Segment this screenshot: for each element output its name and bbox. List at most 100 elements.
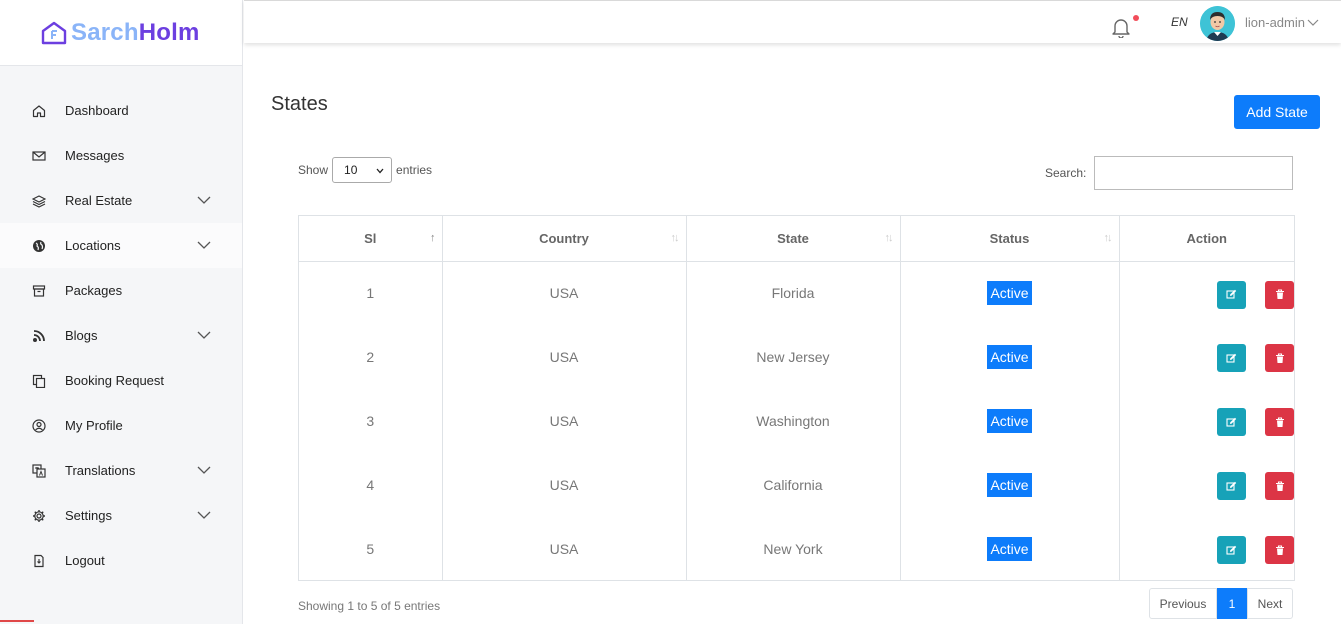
cell-sl: 2 [299, 325, 443, 389]
username[interactable]: lion-admin [1245, 15, 1305, 30]
chevron-down-icon [197, 511, 211, 519]
table-row: 3 USA Washington Active [299, 389, 1294, 453]
archive-icon [31, 283, 47, 299]
delete-button[interactable] [1265, 536, 1294, 564]
status-badge: Active [987, 281, 1032, 306]
search-label: Search: [1045, 166, 1087, 180]
pagination-previous[interactable]: Previous [1149, 588, 1217, 619]
cell-country: USA [442, 389, 687, 453]
cell-state: Washington [686, 389, 901, 453]
logout-icon [31, 553, 47, 569]
chevron-down-icon [197, 331, 211, 339]
edit-icon [1226, 545, 1237, 555]
edit-icon [1226, 353, 1237, 363]
sidebar-item-locations[interactable]: Locations [0, 223, 242, 268]
edit-button[interactable] [1217, 280, 1246, 309]
sidebar-item-label: Real Estate [65, 193, 133, 208]
status-badge: Active [987, 345, 1032, 369]
delete-button[interactable] [1265, 280, 1294, 309]
cell-country: USA [442, 517, 687, 581]
sidebar-item-packages[interactable]: Packages [0, 268, 242, 313]
table-row: 1 USA Florida Active [299, 261, 1294, 325]
show-label: Show [298, 163, 329, 177]
brand-name: SarchHolm [71, 19, 200, 47]
column-header-country[interactable]: Country ↑↓ [442, 216, 687, 262]
delete-button[interactable] [1265, 408, 1294, 436]
sidebar-item-label: Packages [65, 283, 123, 298]
cell-state: Florida [686, 261, 901, 325]
cell-country: USA [442, 325, 687, 389]
column-header-sl[interactable]: Sl ↑ [299, 216, 443, 262]
cell-sl: 5 [299, 517, 443, 581]
language-switch[interactable]: EN [1171, 15, 1188, 29]
globe-icon [31, 238, 47, 254]
sidebar-item-label: Messages [65, 148, 125, 163]
sort-icon: ↑↓ [1103, 232, 1113, 244]
column-header-label: Status [989, 230, 1030, 246]
column-header-state[interactable]: State ↑↓ [686, 216, 901, 262]
sidebar-item-real-estate[interactable]: Real Estate [0, 178, 242, 223]
column-header-label: Action [1186, 230, 1227, 246]
delete-button[interactable] [1265, 472, 1294, 500]
sidebar-item-blogs[interactable]: Blogs [0, 313, 242, 358]
status-badge: Active [987, 537, 1032, 561]
edit-button[interactable] [1217, 408, 1246, 436]
sidebar-item-booking-request[interactable]: Booking Request [0, 358, 242, 403]
sidebar-item-label: Locations [65, 238, 121, 253]
edit-button[interactable] [1217, 536, 1246, 564]
scroll-indicator [0, 620, 34, 624]
cell-status: Active [900, 517, 1120, 581]
layers-icon [31, 193, 47, 209]
avatar[interactable] [1200, 6, 1235, 41]
pagination-page-1[interactable]: 1 [1217, 588, 1247, 619]
sidebar-nav: Dashboard Messages Real Estate Locations… [0, 66, 242, 583]
trash-icon [1275, 480, 1284, 491]
cell-action [1119, 389, 1294, 453]
table-row: 5 USA New York Active [299, 517, 1294, 581]
cell-action [1119, 325, 1294, 389]
sidebar-item-settings[interactable]: Settings [0, 493, 242, 538]
trash-icon [1275, 416, 1284, 427]
gear-icon [31, 508, 47, 524]
user-circle-icon [31, 418, 47, 434]
cell-status: Active [900, 389, 1120, 453]
table-row: 2 USA New Jersey Active [299, 325, 1294, 389]
trash-icon [1275, 289, 1284, 299]
status-badge: Active [987, 409, 1032, 433]
column-header-status[interactable]: Status ↑↓ [900, 216, 1120, 262]
sidebar-item-translations[interactable]: Translations [0, 448, 242, 493]
column-header-label: Sl [364, 230, 377, 246]
brand[interactable]: SarchHolm [0, 0, 242, 66]
table-row: 4 USA California Active [299, 453, 1294, 517]
add-state-button[interactable]: Add State [1234, 95, 1320, 129]
column-header-action: Action [1119, 216, 1294, 262]
cell-state: New York [686, 517, 901, 581]
entries-select[interactable]: 10 [332, 157, 393, 183]
entries-select-value: 10 [344, 163, 358, 177]
column-header-label: Country [539, 230, 589, 246]
sort-asc-icon: ↑ [430, 232, 435, 244]
sidebar-item-label: Settings [65, 508, 112, 523]
edit-button[interactable] [1217, 344, 1246, 372]
cell-action [1119, 517, 1294, 581]
sidebar-item-dashboard[interactable]: Dashboard [0, 88, 242, 133]
delete-button[interactable] [1265, 344, 1294, 372]
search-input[interactable] [1094, 156, 1293, 190]
bell-icon[interactable] [1110, 16, 1132, 38]
sidebar-item-my-profile[interactable]: My Profile [0, 403, 242, 448]
sidebar-item-messages[interactable]: Messages [0, 133, 242, 178]
table-info: Showing 1 to 5 of 5 entries [298, 599, 441, 613]
cell-action [1119, 261, 1294, 325]
sidebar-item-logout[interactable]: Logout [0, 538, 242, 583]
edit-icon [1226, 289, 1237, 299]
rss-icon [31, 328, 47, 344]
edit-icon [1226, 417, 1237, 427]
chevron-down-icon [197, 241, 211, 249]
pagination-next[interactable]: Next [1247, 588, 1293, 619]
cell-action [1119, 453, 1294, 517]
cell-state: New Jersey [686, 325, 901, 389]
entries-length-control: Show 10 entries [298, 157, 432, 183]
sort-icon: ↑↓ [884, 232, 894, 244]
chevron-down-icon[interactable] [1307, 18, 1319, 28]
edit-button[interactable] [1217, 472, 1246, 500]
